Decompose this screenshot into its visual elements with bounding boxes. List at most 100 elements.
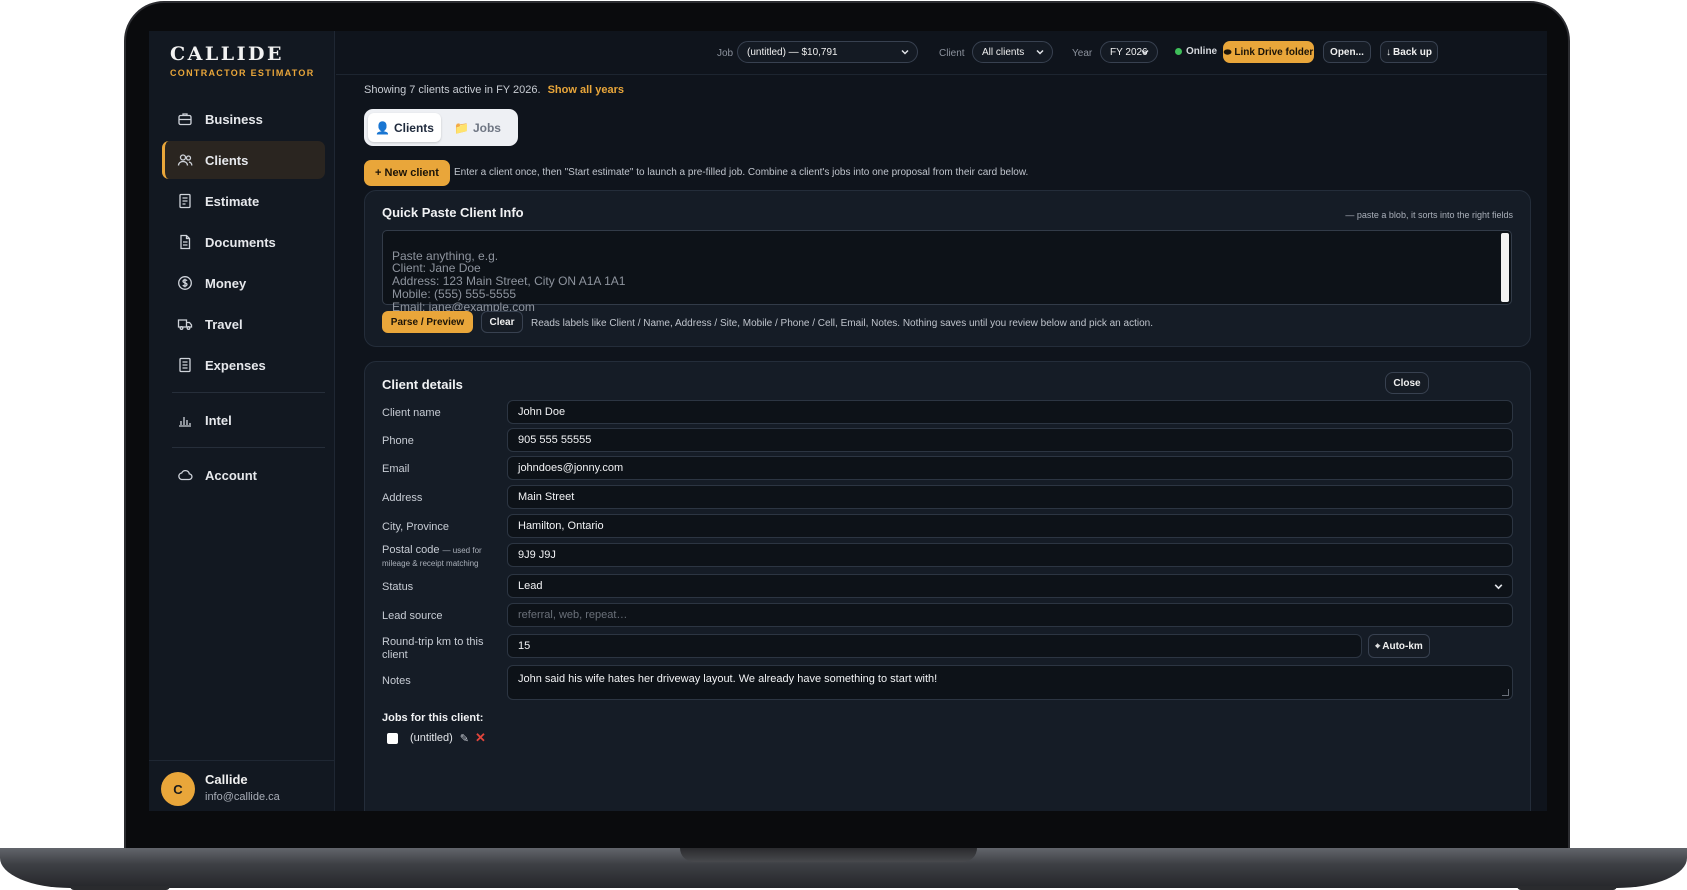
sidebar-item-label: Money bbox=[205, 275, 247, 291]
postal-code-label: Postal code — used for mileage & receipt… bbox=[382, 544, 494, 570]
sidebar-item-intel[interactable]: Intel bbox=[162, 401, 325, 439]
postal-code-label-text: Postal code bbox=[382, 544, 440, 556]
clear-button[interactable]: Clear bbox=[481, 311, 523, 333]
sidebar-item-expenses[interactable]: Expenses bbox=[162, 346, 325, 384]
sidebar-item-clients[interactable]: Clients bbox=[162, 141, 325, 179]
chevron-down-icon bbox=[1036, 49, 1044, 55]
truck-icon bbox=[177, 319, 193, 330]
sidebar-item-label: Estimate bbox=[205, 193, 260, 209]
user-profile[interactable]: C Callide info@callide.ca bbox=[149, 760, 335, 811]
user-name: Callide bbox=[205, 772, 248, 787]
brand-subtitle: CONTRACTOR ESTIMATOR bbox=[170, 68, 315, 78]
quick-paste-card: Quick Paste Client Info — paste a blob, … bbox=[364, 190, 1531, 347]
quick-paste-help: Reads labels like Client / Name, Address… bbox=[531, 318, 1153, 329]
email-field[interactable]: johndoes@jonny.com bbox=[507, 456, 1513, 480]
lead-source-label: Lead source bbox=[382, 610, 443, 622]
sidebar-item-account[interactable]: Account bbox=[162, 456, 325, 494]
client-name-label: Client name bbox=[382, 407, 441, 419]
pencil-icon[interactable]: ✎ bbox=[460, 732, 469, 745]
sidebar-item-travel[interactable]: Travel bbox=[162, 305, 325, 343]
sidebar-item-label: Documents bbox=[205, 234, 276, 250]
locate-icon: ⌖ bbox=[1375, 640, 1381, 651]
bar-chart-icon bbox=[179, 417, 191, 427]
show-all-years-link[interactable]: Show all years bbox=[548, 84, 624, 96]
briefcase-icon bbox=[178, 113, 192, 126]
city-province-label: City, Province bbox=[382, 521, 450, 533]
job-label: Job bbox=[717, 48, 734, 59]
sidebar-item-label: Clients bbox=[205, 152, 249, 168]
tab-jobs[interactable]: 📁 Jobs bbox=[441, 113, 514, 142]
sidebar-item-label: Account bbox=[205, 467, 257, 483]
job-select[interactable]: (untitled) — $10,791 bbox=[737, 41, 918, 63]
sidebar-item-label: Travel bbox=[205, 316, 243, 332]
notes-textarea[interactable]: John said his wife hates her driveway la… bbox=[507, 665, 1513, 700]
new-client-button[interactable]: + New client bbox=[364, 160, 450, 186]
job-select-value: (untitled) — $10,791 bbox=[747, 46, 838, 58]
tab-clients[interactable]: 👤 Clients bbox=[368, 113, 441, 142]
client-details-title: Client details bbox=[382, 377, 463, 392]
sidebar-item-label: Business bbox=[205, 111, 263, 127]
backup-button[interactable]: ↓ Back up bbox=[1380, 41, 1438, 63]
city-province-field[interactable]: Hamilton, Ontario bbox=[507, 514, 1513, 538]
round-trip-km-field[interactable]: 15 bbox=[507, 634, 1362, 658]
sidebar-item-label: Expenses bbox=[205, 357, 266, 373]
list-item: (untitled) ✎ ✕ bbox=[387, 730, 486, 746]
folder-icon: 📁 bbox=[454, 120, 469, 135]
link-drive-button[interactable]: ⬬ Link Drive folder bbox=[1223, 41, 1314, 63]
postal-code-field[interactable]: 9J9 J9J bbox=[507, 543, 1513, 567]
users-icon bbox=[177, 154, 193, 166]
client-details-card: Client details Close Client name John Do… bbox=[364, 361, 1531, 811]
auto-km-label: Auto-km bbox=[1382, 640, 1423, 652]
sidebar-item-estimate[interactable]: Estimate bbox=[162, 182, 325, 220]
open-button[interactable]: Open... bbox=[1323, 41, 1371, 63]
sidebar-item-business[interactable]: Business bbox=[162, 100, 325, 138]
client-select[interactable]: All clients bbox=[972, 41, 1053, 63]
textarea-scrollbar[interactable] bbox=[1501, 233, 1509, 302]
sidebar-item-money[interactable]: Money bbox=[162, 264, 325, 302]
quick-paste-note: — paste a blob, it sorts into the right … bbox=[1345, 210, 1513, 220]
avatar: C bbox=[161, 772, 195, 806]
phone-field[interactable]: 905 555 55555 bbox=[507, 428, 1513, 452]
jobs-for-client-title: Jobs for this client: bbox=[382, 712, 484, 724]
status-select[interactable]: Lead bbox=[507, 574, 1513, 598]
status-select-value: Lead bbox=[518, 580, 543, 592]
person-icon: 👤 bbox=[375, 120, 390, 135]
chevron-down-icon bbox=[901, 49, 909, 55]
receipt-icon bbox=[179, 357, 191, 373]
parse-preview-button[interactable]: Parse / Preview bbox=[382, 311, 473, 333]
online-status-text: Online bbox=[1186, 46, 1218, 57]
notes-label: Notes bbox=[382, 675, 411, 687]
quick-paste-textarea[interactable]: Paste anything, e.g. Client: Jane Doe Ad… bbox=[382, 230, 1512, 313]
tab-clients-label: Clients bbox=[393, 120, 434, 135]
download-icon: ↓ bbox=[1386, 46, 1392, 58]
showing-text-row: Showing 7 clients active in FY 2026. Sho… bbox=[364, 84, 624, 96]
address-label: Address bbox=[382, 492, 423, 504]
user-email: info@callide.ca bbox=[205, 791, 280, 803]
tab-jobs-label: Jobs bbox=[472, 120, 501, 135]
address-field[interactable]: Main Street bbox=[507, 485, 1513, 509]
view-tabs: 👤 Clients 📁 Jobs bbox=[364, 109, 518, 146]
delete-x-icon[interactable]: ✕ bbox=[475, 730, 486, 746]
close-button[interactable]: Close bbox=[1385, 372, 1429, 394]
sidebar-item-label: Intel bbox=[205, 412, 232, 428]
link-icon: ⬬ bbox=[1223, 46, 1232, 57]
sidebar-divider bbox=[172, 392, 325, 393]
sidebar-item-documents[interactable]: Documents bbox=[162, 223, 325, 261]
chevron-down-icon bbox=[1494, 584, 1503, 590]
quick-paste-title: Quick Paste Client Info bbox=[382, 205, 524, 220]
client-label: Client bbox=[939, 48, 965, 59]
year-label: Year bbox=[1072, 48, 1093, 59]
lead-source-field[interactable]: referral, web, repeat… bbox=[507, 603, 1513, 627]
job-checkbox[interactable] bbox=[387, 732, 398, 744]
auto-km-button[interactable]: ⌖ Auto-km bbox=[1368, 634, 1430, 658]
open-label: Open... bbox=[1330, 46, 1364, 58]
job-label[interactable]: (untitled) bbox=[410, 732, 453, 744]
resize-handle-icon[interactable] bbox=[1502, 689, 1509, 696]
brand-logo[interactable]: CALLIDE CONTRACTOR ESTIMATOR bbox=[170, 43, 315, 78]
sidebar-nav: Business Clients Estimate Documents Mone… bbox=[162, 100, 325, 497]
year-select[interactable]: FY 2026 bbox=[1100, 41, 1158, 63]
main-content: Showing 7 clients active in FY 2026. Sho… bbox=[336, 76, 1547, 811]
round-trip-km-label: Round-trip km to this client bbox=[382, 636, 484, 661]
client-name-field[interactable]: John Doe bbox=[507, 400, 1513, 424]
sidebar: CALLIDE CONTRACTOR ESTIMATOR Business Cl… bbox=[149, 31, 335, 811]
